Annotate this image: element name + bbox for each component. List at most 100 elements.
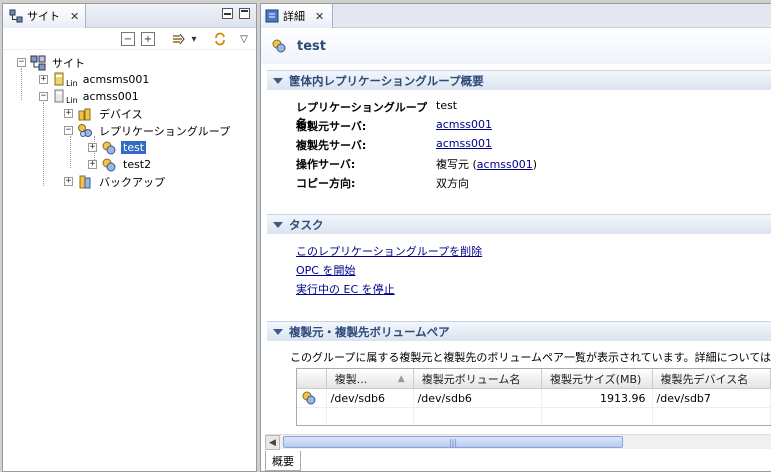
expand-toggle-icon[interactable]: + — [64, 109, 73, 118]
tree-node-test[interactable]: + test — [88, 139, 147, 156]
column-header-source-size[interactable]: 複製元サイズ(MB) — [542, 369, 653, 388]
replication-pair-icon — [302, 391, 316, 405]
collapse-toggle-icon[interactable]: − — [39, 92, 48, 101]
tab-site-label: サイト — [27, 10, 60, 23]
site-view-tabbar: サイト ✕ — [3, 4, 256, 28]
column-header-source-device[interactable]: 複製... ▲ — [327, 369, 414, 388]
close-icon[interactable]: ✕ — [70, 10, 79, 23]
horizontal-scrollbar[interactable]: ◀ ||| — [265, 434, 771, 450]
start-opc-link[interactable]: OPC を開始 — [296, 262, 355, 278]
replication-pair-icon — [101, 157, 117, 173]
minimize-icon[interactable] — [222, 8, 233, 19]
maximize-icon[interactable] — [239, 8, 250, 19]
stop-ec-link[interactable]: 実行中の EC を停止 — [296, 281, 395, 297]
tree-node-acmss001[interactable]: − Lin acmss001 — [39, 88, 141, 105]
field-value: 複写元 (acmss001) — [436, 156, 537, 172]
field-label: 複製元サーバ: — [296, 120, 367, 133]
tree-node-label: デバイス — [99, 107, 143, 121]
tree-node-test2[interactable]: + test2 — [88, 156, 153, 173]
tree-node-replication-groups[interactable]: − レプリケーショングループ — [64, 122, 232, 139]
tab-overview[interactable]: 概要 — [265, 451, 301, 471]
linux-server-icon — [52, 89, 68, 105]
overview-row: 操作サーバ: 複写元 (acmss001) — [296, 156, 537, 172]
link-with-editor-icon[interactable] — [171, 32, 185, 46]
close-icon[interactable]: ✕ — [315, 10, 324, 23]
detail-editor: 詳細 ✕ test 筐体内レプリケーショングループ概要 レプリケーショングループ… — [260, 3, 771, 472]
field-label: 複製先サーバ: — [296, 139, 367, 152]
cell-source-size: 1913.96 — [542, 389, 653, 407]
collapse-toggle-icon[interactable]: − — [64, 126, 73, 135]
backup-icon — [77, 174, 93, 190]
pairs-description: このグループに属する複製元と複製先のボリュームペア一覧が表示されています。詳細に… — [290, 351, 771, 364]
tab-site[interactable]: サイト ✕ — [3, 4, 87, 28]
table-row[interactable]: /dev/sdb6 /dev/sdb6 1913.96 /dev/sdb7 — [297, 389, 771, 408]
tree-node-devices[interactable]: + デバイス — [64, 105, 145, 122]
cell-target-device: /dev/sdb7 — [653, 389, 771, 407]
tree-node-label: acmsms001 — [82, 73, 150, 86]
operation-server-link[interactable]: acmss001 — [477, 158, 533, 171]
tree-node-label: test2 — [123, 158, 152, 171]
form-header: test — [261, 28, 771, 64]
source-server-link[interactable]: acmss001 — [436, 118, 492, 134]
section-tasks-header[interactable]: タスク — [267, 214, 771, 234]
tree-node-label: サイト — [52, 56, 85, 70]
table-header: 複製... ▲ 複製元ボリューム名 複製元サイズ(MB) 複製先デバイス名 — [297, 369, 771, 389]
tree-node-backup[interactable]: + バックアップ — [64, 173, 167, 190]
expand-toggle-icon[interactable]: + — [88, 160, 97, 169]
expand-toggle-icon[interactable]: + — [64, 177, 73, 186]
scroll-left-icon[interactable]: ◀ — [265, 435, 280, 450]
view-menu-icon[interactable]: ▽ — [237, 32, 251, 46]
tree-node-site[interactable]: − サイト — [17, 54, 87, 71]
section-title: タスク — [289, 217, 324, 232]
device-icon — [77, 106, 93, 122]
tree-node-label: バックアップ — [99, 175, 165, 189]
section-title: 複製元・複製先ボリュームペア — [289, 324, 450, 339]
column-header-icon[interactable] — [297, 369, 327, 388]
section-title: 筐体内レプリケーショングループ概要 — [289, 73, 484, 88]
cell-source-volume: /dev/sdb6 — [414, 389, 542, 407]
section-pairs-header[interactable]: 複製元・複製先ボリュームペア — [267, 321, 771, 341]
expand-toggle-icon[interactable]: + — [39, 75, 48, 84]
tree-node-label: レプリケーショングループ — [99, 124, 231, 138]
delete-group-link[interactable]: このレプリケーショングループを削除 — [296, 243, 482, 259]
field-label: コピー方向: — [296, 177, 356, 190]
collapse-triangle-icon — [273, 221, 283, 228]
overview-row: コピー方向: 双方向 — [296, 175, 469, 191]
tree-node-label-selected: test — [121, 141, 147, 154]
collapse-triangle-icon — [273, 328, 283, 335]
detail-icon — [265, 9, 279, 23]
column-header-target-device[interactable]: 複製先デバイス名 — [653, 369, 771, 388]
chevron-down-icon[interactable]: ▾ — [187, 32, 201, 46]
table-row-empty — [297, 408, 771, 425]
column-header-label: 複製... — [334, 372, 368, 386]
operation-suffix: ) — [532, 158, 538, 171]
site-icon — [30, 55, 46, 71]
overview-row: 複製元サーバ: acmss001 — [296, 118, 492, 134]
tab-detail[interactable]: 詳細 ✕ — [261, 4, 334, 28]
collapse-triangle-icon — [273, 77, 283, 84]
overview-row: 複製先サーバ: acmss001 — [296, 137, 492, 153]
operation-prefix: 複写元 ( — [436, 158, 477, 171]
row-icon-cell — [297, 389, 327, 407]
replication-group-icon — [77, 123, 93, 139]
refresh-icon[interactable] — [213, 32, 227, 46]
replication-pair-icon — [271, 38, 287, 54]
site-view: サイト ✕ − + ▾ ▽ − サイト + Lin acmsms001 − Li… — [2, 3, 257, 472]
field-value: 双方向 — [436, 177, 469, 190]
target-server-link[interactable]: acmss001 — [436, 137, 492, 153]
scrollbar-thumb[interactable]: ||| — [283, 436, 623, 448]
sort-ascending-icon: ▲ — [397, 373, 405, 384]
editor-tabbar: 詳細 ✕ — [261, 4, 771, 28]
tree-node-acmsms001[interactable]: + Lin acmsms001 — [39, 71, 151, 88]
expand-all-icon[interactable]: + — [141, 32, 155, 46]
expand-toggle-icon[interactable]: + — [88, 143, 97, 152]
column-header-source-volume[interactable]: 複製元ボリューム名 — [414, 369, 542, 388]
section-overview-header[interactable]: 筐体内レプリケーショングループ概要 — [267, 70, 771, 90]
volume-pair-table: 複製... ▲ 複製元ボリューム名 複製元サイズ(MB) 複製先デバイス名 /d… — [296, 368, 771, 426]
site-tree-icon — [9, 9, 23, 23]
page-title: test — [297, 38, 326, 54]
collapse-toggle-icon[interactable]: − — [17, 58, 26, 67]
tree-node-label: acmss001 — [82, 90, 139, 103]
tab-detail-label: 詳細 — [283, 10, 305, 23]
collapse-all-icon[interactable]: − — [121, 32, 135, 46]
